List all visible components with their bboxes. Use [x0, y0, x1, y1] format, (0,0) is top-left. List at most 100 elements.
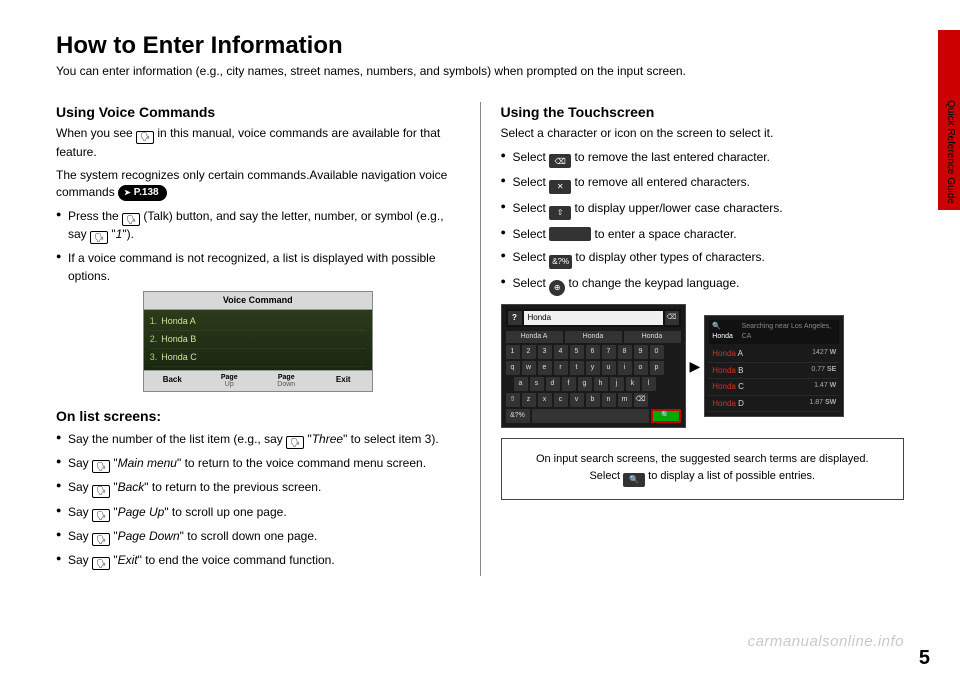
kb-key: y: [586, 361, 600, 375]
voice-commands-heading: Using Voice Commands: [56, 102, 460, 122]
kb-key: h: [594, 377, 608, 391]
page-number: 5: [919, 647, 930, 670]
clear-icon: ✕: [549, 180, 571, 194]
list-bullet: Say 🗣 "Main menu" to return to the voice…: [56, 455, 460, 473]
kb-key: w: [522, 361, 536, 375]
vc-page-up: PageUp: [201, 371, 258, 391]
result-row: Honda A1427 W: [709, 346, 839, 363]
kb-sym-key: &?%: [506, 409, 530, 423]
voice-icon: 🗣: [92, 557, 110, 570]
kb-key: n: [602, 393, 616, 407]
kb-suggest: Honda A: [506, 331, 563, 343]
voice-bullet-1: Press the 🗣 (Talk) button, and say the l…: [56, 208, 460, 245]
right-column: Using the Touchscreen Select a character…: [480, 102, 905, 576]
kb-suggest: Honda: [565, 331, 622, 343]
result-row: Honda C1.47 W: [709, 379, 839, 396]
kb-key: 5: [570, 345, 584, 359]
voice-icon: 🗣: [92, 485, 110, 498]
kb-key: s: [530, 377, 544, 391]
kb-key: m: [618, 393, 632, 407]
kb-key: 0: [650, 345, 664, 359]
kb-row2: qwertyuiop: [506, 361, 681, 375]
voice-command-panel: Voice Command 1.Honda A 2.Honda B 3.Hond…: [143, 291, 373, 392]
kb-key: 1: [506, 345, 520, 359]
kb-key: o: [634, 361, 648, 375]
touchscreen-heading: Using the Touchscreen: [501, 102, 905, 122]
voice-icon: 🗣: [92, 460, 110, 473]
kb-row4: ⇧zxcvbnm⌫: [506, 393, 681, 407]
touch-bullet: Select ⇧ to display upper/lower case cha…: [501, 200, 905, 220]
watermark: carmanualsonline.info: [748, 633, 904, 650]
kb-key: j: [610, 377, 624, 391]
kb-key: c: [554, 393, 568, 407]
list-bullet: Say 🗣 "Page Down" to scroll down one pag…: [56, 528, 460, 546]
vc-item: 2.Honda B: [150, 331, 366, 349]
kb-key: 3: [538, 345, 552, 359]
kb-del-icon: ⌫: [665, 311, 679, 325]
space-icon: [549, 227, 591, 241]
touch-bullet: Select &?% to display other types of cha…: [501, 249, 905, 269]
voice-icon: 🗣: [90, 231, 108, 244]
list-screens-heading: On list screens:: [56, 406, 460, 426]
voice-icon: 🗣: [136, 131, 154, 144]
page-subtitle: You can enter information (e.g., city na…: [56, 64, 904, 78]
vc-page-down: PageDown: [258, 371, 315, 391]
left-column: Using Voice Commands When you see 🗣 in t…: [56, 102, 480, 576]
kb-key: a: [514, 377, 528, 391]
arrow-right-icon: ▶: [690, 356, 701, 376]
kb-key: b: [586, 393, 600, 407]
kb-key: ⌫: [634, 393, 648, 407]
vc-header: Voice Command: [144, 292, 372, 310]
kb-key: v: [570, 393, 584, 407]
kb-key: f: [562, 377, 576, 391]
result-row: Honda D1.87 SW: [709, 396, 839, 413]
kb-key: r: [554, 361, 568, 375]
result-row: Honda B0.77 SE: [709, 363, 839, 380]
kb-key: 6: [586, 345, 600, 359]
kb-key: u: [602, 361, 616, 375]
list-bullet: Say 🗣 "Page Up" to scroll up one page.: [56, 504, 460, 522]
kb-key: q: [506, 361, 520, 375]
kb-key: l: [642, 377, 656, 391]
side-label: Quick Reference Guide: [945, 100, 956, 204]
kb-key: g: [578, 377, 592, 391]
kb-key: 4: [554, 345, 568, 359]
kb-key: z: [522, 393, 536, 407]
shift-icon: ⇧: [549, 206, 571, 220]
backspace-icon: ⌫: [549, 154, 571, 168]
kb-suggest: Honda: [624, 331, 681, 343]
touch-intro: Select a character or icon on the screen…: [501, 125, 905, 142]
kb-search-field: Honda: [524, 311, 663, 325]
help-icon: ?: [508, 311, 522, 325]
kb-key: 2: [522, 345, 536, 359]
voice-p1: When you see 🗣 in this manual, voice com…: [56, 125, 460, 161]
list-bullet: Say 🗣 "Back" to return to the previous s…: [56, 479, 460, 497]
voice-p2: The system recognizes only certain comma…: [56, 167, 460, 202]
list-bullet: Say 🗣 "Exit" to end the voice command fu…: [56, 552, 460, 570]
kb-key: ⇧: [506, 393, 520, 407]
page-ref-pill: P.138: [118, 185, 167, 202]
kb-key: k: [626, 377, 640, 391]
touch-bullet: Select ✕ to remove all entered character…: [501, 174, 905, 194]
touch-bullet: Select ⌫ to remove the last entered char…: [501, 149, 905, 169]
kb-key: 7: [602, 345, 616, 359]
kb-row1: 1234567890: [506, 345, 681, 359]
kb-row3: asdfghjkl: [506, 377, 681, 391]
kb-key: i: [618, 361, 632, 375]
globe-icon: ⊕: [549, 280, 565, 296]
touch-bullet: Select ⊕ to change the keypad language.: [501, 275, 905, 296]
vc-item: 1.Honda A: [150, 313, 366, 331]
voice-bullet-2: If a voice command is not recognized, a …: [56, 250, 460, 285]
kb-key: p: [650, 361, 664, 375]
kb-key: x: [538, 393, 552, 407]
list-bullet: Say the number of the list item (e.g., s…: [56, 431, 460, 449]
vc-exit: Exit: [315, 371, 372, 391]
kb-key: 9: [634, 345, 648, 359]
keyboard-results-row: ? Honda ⌫ Honda A Honda Honda 1234567890…: [501, 304, 905, 428]
kb-row5: &?% 🔍: [506, 409, 681, 423]
kb-space-key: [532, 409, 649, 423]
voice-icon: 🗣: [122, 213, 140, 226]
vc-back: Back: [144, 371, 201, 391]
results-screenshot: 🔍 HondaSearching near Los Angeles, CA Ho…: [704, 315, 844, 418]
magnifier-icon: 🔍: [623, 473, 645, 487]
